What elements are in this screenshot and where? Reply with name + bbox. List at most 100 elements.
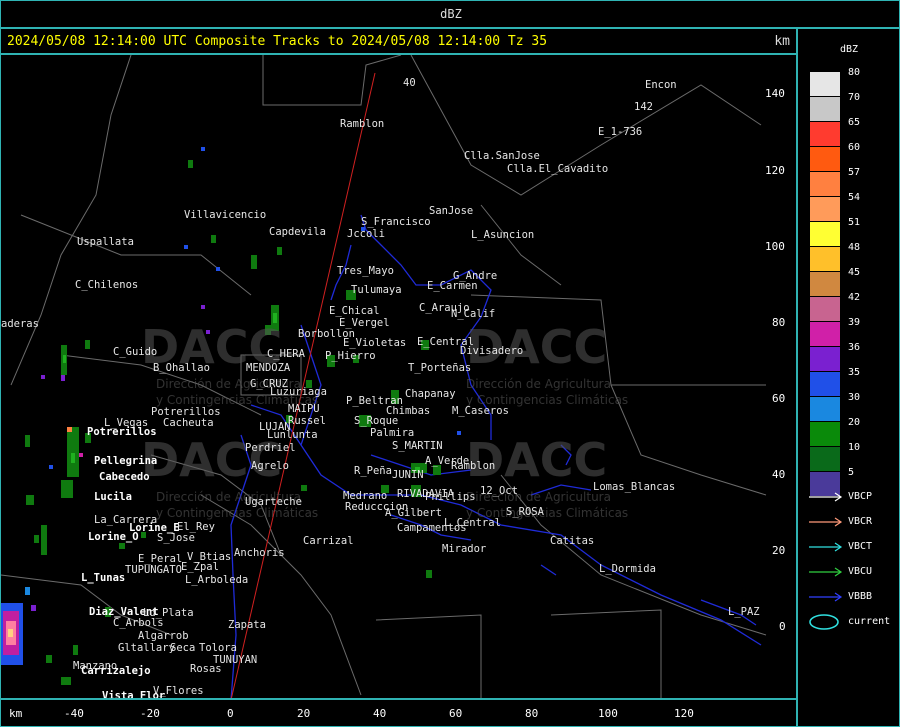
- place-label: A_Gilbert: [385, 507, 442, 519]
- scale-swatch: [810, 297, 840, 321]
- x-axis-unit: km: [9, 707, 23, 720]
- scale-label: 20: [848, 417, 861, 428]
- x-tick: 120: [674, 707, 694, 720]
- x-tick: 40: [373, 707, 387, 720]
- track-label: VBCP: [848, 491, 873, 502]
- place-label: Palmira: [370, 427, 415, 439]
- track-label: VBBB: [848, 591, 873, 602]
- scale-label: 57: [848, 167, 861, 178]
- radar-map[interactable]: DACC Dirección de Agricultura y Continge…: [0, 54, 797, 699]
- place-label: C_HERA: [267, 348, 305, 360]
- track-label: VBCU: [848, 566, 873, 577]
- composite-header: 2024/05/08 12:14:00 UTC Composite Tracks…: [0, 28, 797, 54]
- place-label: Ramblon: [451, 460, 496, 472]
- y-axis-unit: km: [774, 34, 790, 49]
- scale-label: 60: [848, 142, 861, 153]
- scale-swatch: [810, 97, 840, 121]
- place-label: Potrerillos: [87, 426, 157, 438]
- scale-label: 39: [848, 317, 861, 328]
- place-label: Tolora: [199, 642, 237, 654]
- track-arrow-icon: [809, 592, 843, 602]
- place-label: S_Jose: [157, 532, 195, 544]
- y-tick: 140: [765, 87, 785, 100]
- place-label: Clla.SanJose: [464, 150, 540, 162]
- scale-label: 65: [848, 117, 861, 128]
- current-label: current: [848, 616, 891, 627]
- place-label: P_Hierro: [325, 350, 376, 362]
- y-tick: 120: [765, 164, 785, 177]
- place-label: Russel: [288, 415, 326, 427]
- track-arrow-icon: [809, 542, 843, 552]
- place-label: SanJose: [429, 205, 474, 217]
- place-label: Perdriel: [245, 442, 296, 454]
- x-tick: 80: [525, 707, 539, 720]
- place-label: E_Chical: [329, 305, 380, 317]
- y-tick: 80: [772, 316, 786, 329]
- place-label: Villavicencio: [184, 209, 267, 221]
- place-label: E_Violetas: [343, 337, 407, 349]
- y-tick: 60: [772, 392, 786, 405]
- place-label: Mirador: [442, 543, 487, 555]
- track-label: VBCR: [848, 516, 873, 527]
- place-label: S_Francisco: [361, 216, 431, 228]
- place-label: Jccoli: [347, 228, 385, 240]
- place-label: Tres_Mayo: [337, 265, 394, 277]
- place-label: Anchoris: [234, 547, 285, 559]
- scale-label: 45: [848, 267, 861, 278]
- scale-label: 35: [848, 367, 861, 378]
- place-label: B_Ohallao: [153, 362, 210, 374]
- scale-label: 54: [848, 192, 861, 203]
- place-label: Seca: [170, 642, 196, 654]
- place-label: L_Tunas: [81, 572, 126, 584]
- scale-label: 80: [848, 67, 861, 78]
- place-label: S_MARTIN: [392, 440, 443, 452]
- scale-swatch: [810, 397, 840, 421]
- track-arrow-icon: [809, 492, 843, 502]
- place-label: L_Asuncion: [471, 229, 535, 241]
- department-boundaries: [1, 55, 767, 698]
- scale-label: 36: [848, 342, 861, 353]
- place-label: Carrizalejo: [81, 665, 151, 677]
- x-tick: 20: [297, 707, 311, 720]
- scale-label: 51: [848, 217, 861, 228]
- place-label: M_Caseros: [452, 405, 509, 417]
- scale-swatch: [810, 122, 840, 146]
- y-tick: 20: [772, 544, 786, 557]
- scale-swatch: [810, 222, 840, 246]
- place-label: Agrelo: [251, 460, 289, 472]
- legend-title: dBZ: [840, 44, 859, 55]
- x-tick: 0: [227, 707, 234, 720]
- place-label: E_Carmen: [427, 280, 478, 292]
- scale-label: 48: [848, 242, 861, 253]
- x-tick: 100: [598, 707, 618, 720]
- x-axis: km -40 -20 0 20 40 60 80 100 120: [0, 699, 797, 727]
- place-label: Chapanay: [405, 388, 456, 400]
- place-label: Pellegrina: [94, 455, 158, 467]
- place-label: Clla.El_Cavadito: [507, 163, 609, 175]
- track-label: VBCT: [848, 541, 873, 552]
- place-label: R_Peña: [354, 465, 392, 477]
- window-title: dBZ: [440, 7, 462, 21]
- place-label: JUNIN: [392, 469, 424, 481]
- place-label: Encon: [645, 79, 677, 91]
- scale-label: 70: [848, 92, 861, 103]
- place-label: MENDOZA: [246, 362, 291, 374]
- place-label: E_1-736: [598, 126, 643, 138]
- place-label: MAIPU: [288, 403, 320, 415]
- place-label: C_Arbols: [113, 617, 164, 629]
- place-label: S_ROSA: [506, 506, 544, 518]
- composite-title: 2024/05/08 12:14:00 UTC Composite Tracks…: [7, 34, 548, 49]
- scale-swatch: [810, 372, 840, 396]
- scale-swatch: [810, 272, 840, 296]
- scale-label: 42: [848, 292, 861, 303]
- place-label: Lorine_O: [88, 531, 139, 543]
- scale-swatch: [810, 422, 840, 446]
- place-label: S_Roque: [354, 415, 399, 427]
- scale-label: 30: [848, 392, 861, 403]
- place-label: Rosas: [190, 663, 222, 675]
- y-tick: 0: [779, 620, 786, 633]
- place-label: aderas: [1, 318, 39, 330]
- watermark-line1: Dirección de Agricultura: [466, 377, 611, 391]
- place-label: 40: [403, 77, 416, 89]
- place-label: Cabecedo: [99, 471, 150, 483]
